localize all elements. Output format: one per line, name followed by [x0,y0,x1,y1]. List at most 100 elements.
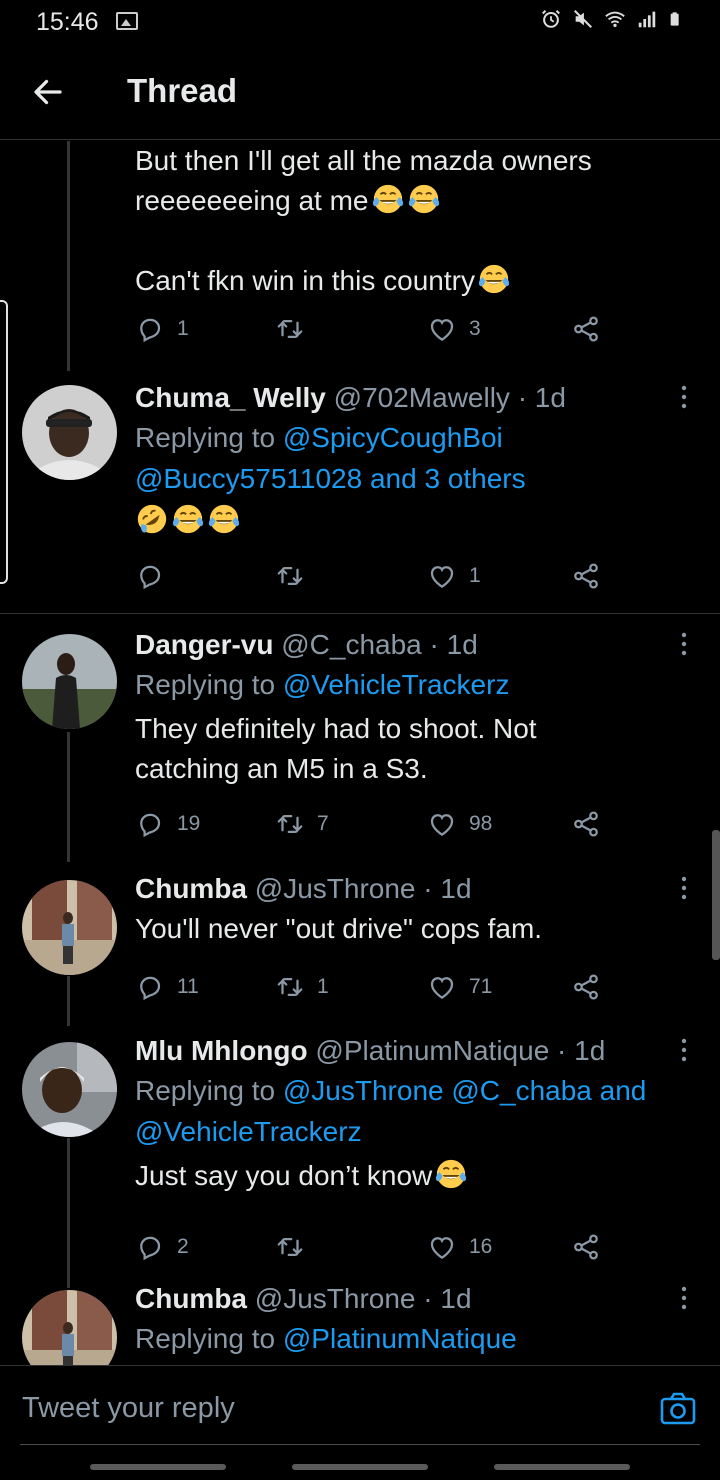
tweet-text: They definitely had to shoot. Not catchi… [135,713,537,784]
retweet-button[interactable]: 1 [275,972,329,1002]
reply-composer[interactable]: Tweet your reply [0,1365,720,1445]
camera-icon[interactable] [660,1392,696,1426]
tweet-meta: Chumba @JusThrone · 1d [135,870,680,908]
tweet-meta: Danger-vu @C_chaba · 1d [135,626,680,664]
reply-button[interactable] [135,561,177,591]
tweet-actions: 19 7 98 [135,809,605,841]
avatar[interactable] [22,385,117,480]
thread-header: Thread [0,44,720,140]
divider [20,1444,700,1445]
handle-time: @C_chaba · 1d [281,629,478,660]
like-button[interactable]: 1 [427,561,481,591]
more-options-icon[interactable] [674,1036,694,1064]
mention-link[interactable]: @JusThrone @C_chaba and [283,1075,647,1106]
tears-of-joy-emoji [207,502,241,536]
retweet-button[interactable] [275,1232,317,1262]
reply-button[interactable]: 1 [135,314,189,344]
thread-connector [67,1138,70,1288]
retweet-button[interactable] [275,561,317,591]
tweet[interactable]: But then I'll get all the mazda owners r… [0,141,720,371]
tweet[interactable]: Danger-vu @C_chaba · 1d Replying to @Veh… [0,614,720,862]
retweet-button[interactable] [275,314,317,344]
share-button[interactable] [571,1232,601,1262]
share-button[interactable] [571,314,601,344]
share-icon [571,972,601,1002]
heart-icon [427,809,457,839]
reply-input[interactable]: Tweet your reply [22,1392,235,1425]
status-time: 15:46 [36,8,99,36]
display-name[interactable]: Mlu Mhlongo [135,1035,308,1066]
nav-home-bar[interactable] [292,1464,428,1470]
reply-icon [135,1232,165,1262]
tweet[interactable]: Chumba @JusThrone · 1d You'll never "out… [0,858,720,1026]
battery-icon [670,12,679,26]
like-button[interactable]: 16 [427,1232,492,1262]
share-icon [571,561,601,591]
tears-of-joy-emoji [407,182,441,216]
reply-button[interactable]: 11 [135,972,199,1002]
heart-icon [427,1232,457,1262]
replying-to: Replying to @SpicyCoughBoi [135,422,503,453]
reply-button[interactable]: 2 [135,1232,189,1262]
heart-icon [427,972,457,1002]
share-button[interactable] [571,972,601,1002]
like-button[interactable]: 98 [427,809,492,839]
back-arrow-icon[interactable] [30,74,66,110]
tweet-actions: 2 16 [135,1232,605,1264]
share-button[interactable] [571,809,601,839]
share-button[interactable] [571,561,601,591]
replying-to: Replying to @PlatinumNatique [135,1323,517,1354]
avatar[interactable] [22,880,117,975]
heart-icon [427,561,457,591]
mention-link[interactable]: @VehicleTrackerz [135,1116,362,1147]
like-button[interactable]: 3 [427,314,481,344]
reply-icon [135,809,165,839]
more-options-icon[interactable] [674,630,694,658]
handle-time: @702Mawelly · 1d [333,382,566,413]
nav-back-bar[interactable] [494,1464,630,1470]
tweet[interactable]: Chuma_ Welly @702Mawelly · 1d Replying t… [0,369,720,613]
tweet-meta: Chumba @JusThrone · 1d [135,1280,680,1318]
tweet[interactable]: Chumba @JusThrone · 1d Replying to @Plati… [0,1283,720,1365]
scrollbar[interactable] [712,830,720,960]
more-options-icon[interactable] [674,383,694,411]
like-button[interactable]: 71 [427,972,492,1002]
display-name[interactable]: Chumba [135,1283,247,1314]
avatar[interactable] [22,1290,117,1365]
wifi-icon [605,11,625,28]
reply-button[interactable]: 19 [135,809,200,839]
mention-link[interactable]: @SpicyCoughBoi [283,422,503,453]
share-icon [571,809,601,839]
mention-link[interactable]: @PlatinumNatique [283,1323,517,1354]
heart-icon [427,314,457,344]
retweet-icon [275,809,305,839]
edge-panel-handle[interactable] [0,300,8,584]
avatar[interactable] [22,1042,117,1137]
retweet-icon [275,314,305,344]
display-name[interactable]: Chuma_ Welly [135,382,326,413]
replying-to: Replying to @JusThrone @C_chaba and [135,1075,647,1106]
signal-icon [638,11,656,28]
tears-of-joy-emoji [171,502,205,536]
mention-link[interactable]: @VehicleTrackerz [283,669,510,700]
replying-to: Replying to @VehicleTrackerz [135,669,510,700]
tears-of-joy-emoji [434,1157,468,1191]
more-options-icon[interactable] [674,874,694,902]
nav-recents-bar[interactable] [90,1464,226,1470]
tweet[interactable]: Mlu Mhlongo @PlatinumNatique · 1d Replyi… [0,1020,720,1288]
tweet-actions: 11 1 71 [135,972,605,1004]
display-name[interactable]: Danger-vu [135,629,273,660]
tears-of-joy-emoji [477,262,511,296]
display-name[interactable]: Chumba [135,873,247,904]
reply-icon [135,561,165,591]
retweet-icon [275,972,305,1002]
retweet-button[interactable]: 7 [275,809,329,839]
more-options-icon[interactable] [674,1284,694,1312]
handle-time: @JusThrone · 1d [254,873,472,904]
mention-link[interactable]: @Buccy57511028 and 3 others [135,463,526,494]
thread-connector [67,732,70,862]
tweet-meta: Mlu Mhlongo @PlatinumNatique · 1d [135,1032,680,1070]
retweet-icon [275,561,305,591]
avatar[interactable] [22,634,117,729]
thread-list[interactable]: But then I'll get all the mazda owners r… [0,141,720,1365]
